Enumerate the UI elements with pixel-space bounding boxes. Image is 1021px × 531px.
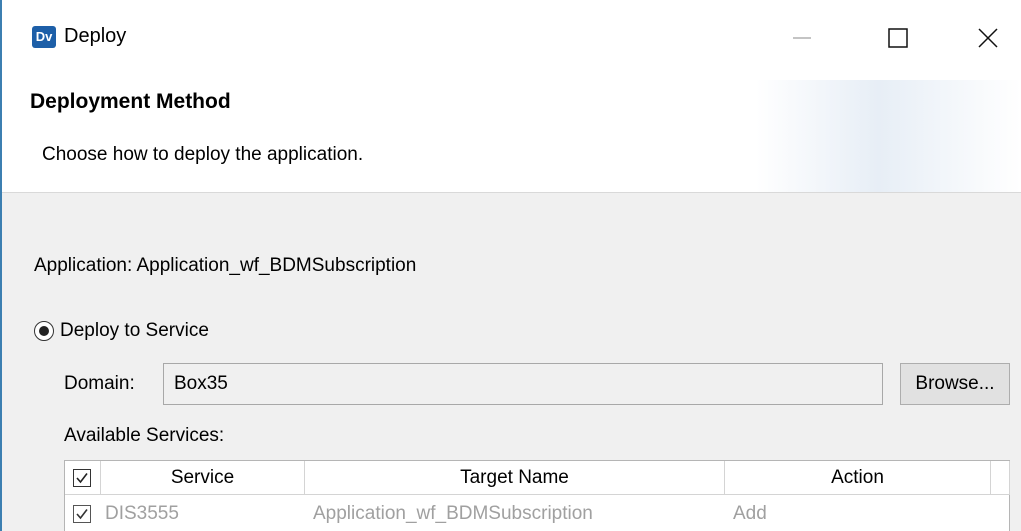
column-header-service[interactable]: Service [101,461,305,495]
header-select-all-cell [65,461,101,495]
table-row[interactable]: DIS3555 Application_wf_BDMSubscription A… [65,497,1010,531]
domain-label: Domain: [64,373,135,394]
available-services-label: Available Services: [64,425,225,446]
close-button[interactable] [968,18,1008,58]
select-all-checkbox[interactable] [73,469,91,487]
deploy-dialog: Dv Deploy Deployment Method Choose how t… [0,0,1021,531]
column-header-filler [991,461,1010,495]
service-cell: DIS3555 [105,503,179,524]
column-header-action[interactable]: Action [725,461,991,495]
deploy-to-service-radio[interactable] [34,321,54,341]
services-table: Service Target Name Action DIS3555 Appli… [64,460,1010,531]
close-icon [978,28,998,48]
wizard-header: Deployment Method Choose how to deploy t… [2,80,1021,193]
target-name-cell[interactable]: Application_wf_BDMSubscription [313,497,593,531]
domain-field[interactable]: Box35 [163,363,883,405]
deploy-to-service-label: Deploy to Service [60,320,209,341]
table-header: Service Target Name Action [65,461,1010,495]
page-title: Deployment Method [30,90,231,113]
app-logo-icon: Dv [32,26,56,48]
minimize-button[interactable] [782,18,822,58]
maximize-button[interactable] [878,18,918,58]
maximize-icon [888,28,908,48]
radio-selected-dot [39,326,49,336]
checkmark-icon [76,509,88,520]
row-select-checkbox[interactable] [73,505,91,523]
window-title: Deploy [64,25,127,47]
action-cell[interactable]: Add [733,497,767,531]
browse-button[interactable]: Browse... [900,363,1010,405]
page-description: Choose how to deploy the application. [42,144,364,165]
minimize-icon [793,37,811,39]
column-header-target-name[interactable]: Target Name [305,461,725,495]
deploy-to-service-option[interactable]: Deploy to Service [34,318,209,344]
title-bar: Dv Deploy [2,0,1021,80]
checkmark-icon [76,473,88,484]
application-label: Application: Application_wf_BDMSubscript… [34,255,417,276]
